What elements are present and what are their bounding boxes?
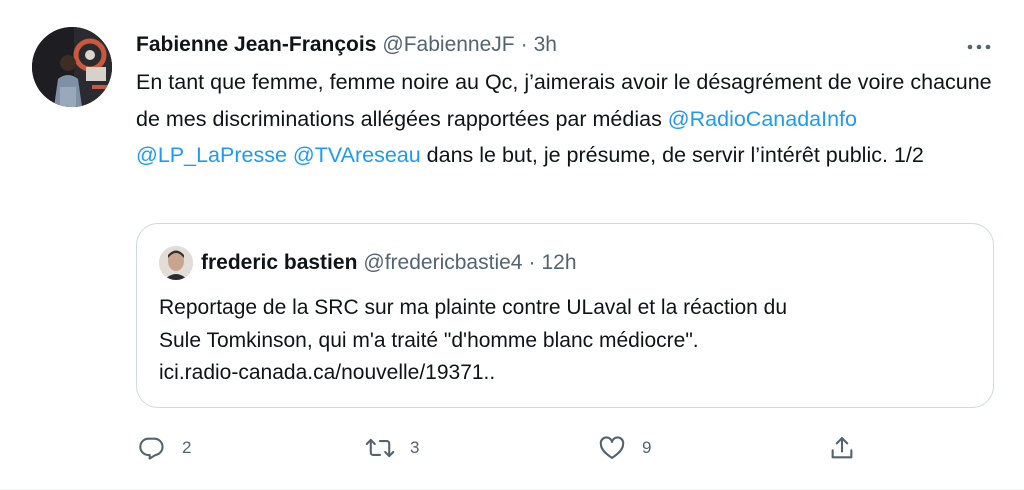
author-name[interactable]: Fabienne Jean-François — [136, 33, 376, 57]
tweet-timestamp[interactable]: 3h — [534, 33, 557, 57]
tweet-header: Fabienne Jean-François @FabienneJF · 3h — [136, 31, 557, 59]
reply-count: 2 — [182, 438, 192, 457]
share-icon — [826, 432, 858, 464]
reply-icon — [136, 432, 168, 464]
retweet-button[interactable]: 3 — [364, 430, 419, 466]
quoted-separator-dot: · — [528, 251, 536, 274]
more-icon — [967, 37, 991, 55]
reply-button[interactable]: 2 — [136, 430, 191, 466]
more-options-button[interactable] — [962, 34, 996, 58]
retweet-icon — [364, 432, 396, 464]
retweet-count: 3 — [410, 438, 420, 457]
separator-dot: · — [520, 33, 528, 56]
mention-tvareseau[interactable]: @TVAreseau — [293, 143, 421, 167]
tweet-text: En tant que femme, femme noire au Qc, j’… — [136, 64, 996, 174]
like-count: 9 — [642, 438, 652, 457]
quoted-tweet-text: Reportage de la SRC sur ma plainte contr… — [159, 292, 959, 390]
quoted-text-line2: Sule Tomkinson, qui m'a traité "d'homme … — [159, 328, 699, 352]
tweet[interactable]: Fabienne Jean-François @FabienneJF · 3h … — [0, 0, 1024, 490]
mention-lp-lapresse[interactable]: @LP_LaPresse — [136, 143, 287, 167]
quoted-tweet-card[interactable]: frederic bastien @fredericbastie4 · 12h … — [136, 223, 994, 408]
quoted-timestamp: 12h — [541, 251, 577, 274]
share-button[interactable] — [826, 430, 872, 466]
author-handle[interactable]: @FabienneJF — [382, 33, 514, 57]
quoted-link: ici.radio-canada.ca/nouvelle/19371.. — [159, 361, 496, 384]
tweet-actions-bar: 2 3 9 — [136, 430, 876, 466]
mention-radiocanadainfo[interactable]: @RadioCanadaInfo — [668, 107, 857, 131]
like-icon — [596, 432, 628, 464]
quoted-author-handle: @fredericbastie4 — [363, 251, 523, 274]
quoted-text-line1: Reportage de la SRC sur ma plainte contr… — [159, 296, 788, 319]
tweet-text-part2: dans le but, je présume, de servir l’int… — [420, 143, 924, 167]
quoted-author-name: frederic bastien — [201, 251, 358, 274]
author-avatar[interactable] — [32, 27, 112, 107]
like-button[interactable]: 9 — [596, 430, 651, 466]
tweet-text-part1: En tant que femme, femme noire au Qc, j’… — [136, 70, 992, 131]
quoted-author-avatar — [159, 246, 193, 280]
quoted-tweet-header: frederic bastien @fredericbastie4 · 12h — [159, 246, 577, 280]
